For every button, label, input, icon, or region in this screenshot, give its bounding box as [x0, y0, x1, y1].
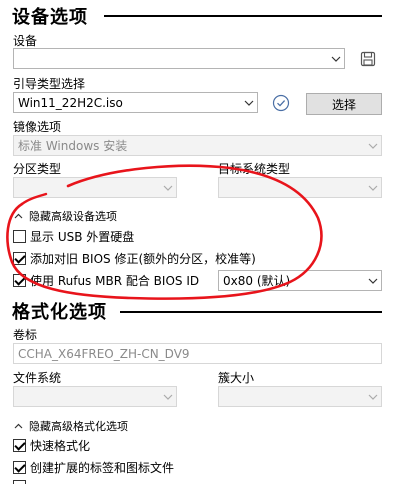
chevron-up-icon — [13, 423, 23, 429]
drive-properties-title: 设备选项 — [12, 7, 88, 28]
list-usb-label: 显示 USB 外置硬盘 — [30, 230, 135, 244]
cluster-size-label: 簇大小 — [218, 371, 255, 385]
device-label: 设备 — [13, 34, 38, 48]
image-option-label: 镜像选项 — [13, 120, 62, 134]
bios-id-dropdown[interactable]: 0x80 (默认) — [218, 270, 382, 291]
floppy-disk-icon[interactable] — [360, 51, 376, 67]
toggle-advanced-drive[interactable]: 隐藏高级设备选项 — [13, 208, 117, 224]
section-divider — [120, 311, 382, 313]
bios-fixes-label: 添加对旧 BIOS 修正(额外的分区，校准等) — [30, 252, 256, 266]
select-button[interactable]: 选择 — [306, 93, 382, 115]
format-options-title: 格式化选项 — [12, 302, 107, 323]
chevron-down-icon — [365, 387, 381, 406]
chevron-down-icon — [241, 93, 257, 112]
chevron-down-icon — [160, 387, 176, 406]
chevron-down-icon — [365, 136, 381, 155]
boot-selection-label: 引导类型选择 — [13, 77, 86, 91]
checkbox-box — [13, 480, 26, 484]
partition-scheme-label: 分区类型 — [13, 162, 62, 176]
file-system-label: 文件系统 — [13, 371, 62, 385]
cluster-size-dropdown[interactable] — [218, 386, 382, 407]
device-dropdown[interactable] — [13, 48, 345, 69]
quick-format-label: 快速格式化 — [30, 439, 91, 453]
image-option-value: 标准 Windows 安装 — [18, 139, 128, 153]
chevron-down-icon — [365, 178, 381, 197]
rufus-mbr-label: 使用 Rufus MBR 配合 BIOS ID — [30, 274, 200, 288]
checkmark-circle-icon[interactable] — [272, 94, 290, 112]
volume-label-value: CCHA_X64FREO_ZH-CN_DV9 — [18, 346, 190, 361]
toggle-advanced-format[interactable]: 隐藏高级格式化选项 — [13, 418, 128, 434]
checkbox-box — [13, 230, 26, 243]
partition-scheme-dropdown[interactable] — [13, 177, 177, 198]
chevron-down-icon — [365, 271, 381, 290]
toggle-advanced-format-label: 隐藏高级格式化选项 — [29, 420, 128, 433]
chevron-up-icon — [13, 213, 23, 219]
checkbox-box — [13, 252, 26, 265]
checkbox-box — [13, 439, 26, 452]
toggle-advanced-drive-label: 隐藏高级设备选项 — [29, 210, 117, 223]
rufus-mbr-checkbox[interactable]: 使用 Rufus MBR 配合 BIOS ID — [13, 272, 199, 289]
boot-selection-dropdown[interactable]: Win11_22H2C.iso — [13, 92, 258, 113]
target-system-dropdown[interactable] — [218, 177, 382, 198]
target-system-label: 目标系统类型 — [218, 162, 291, 176]
chevron-down-icon — [328, 49, 344, 68]
quick-format-checkbox[interactable]: 快速格式化 — [13, 437, 90, 454]
extended-label-checkbox[interactable]: 创建扩展的标签和图标文件 — [13, 459, 174, 476]
bios-id-value: 0x80 (默认) — [223, 274, 291, 288]
boot-selection-value: Win11_22H2C.iso — [18, 95, 123, 110]
bios-fixes-checkbox[interactable]: 添加对旧 BIOS 修正(额外的分区，校准等) — [13, 250, 256, 267]
image-option-dropdown[interactable]: 标准 Windows 安装 — [13, 135, 382, 156]
checkbox-box — [13, 274, 26, 287]
extended-label-label: 创建扩展的标签和图标文件 — [30, 461, 175, 475]
volume-label-input[interactable]: CCHA_X64FREO_ZH-CN_DV9 — [13, 343, 382, 364]
file-system-dropdown[interactable] — [13, 386, 177, 407]
volume-label-label: 卷标 — [13, 328, 38, 342]
chevron-down-icon — [160, 178, 176, 197]
checkbox-box — [13, 461, 26, 474]
section-divider — [104, 15, 382, 17]
list-usb-checkbox[interactable]: 显示 USB 外置硬盘 — [13, 228, 134, 245]
